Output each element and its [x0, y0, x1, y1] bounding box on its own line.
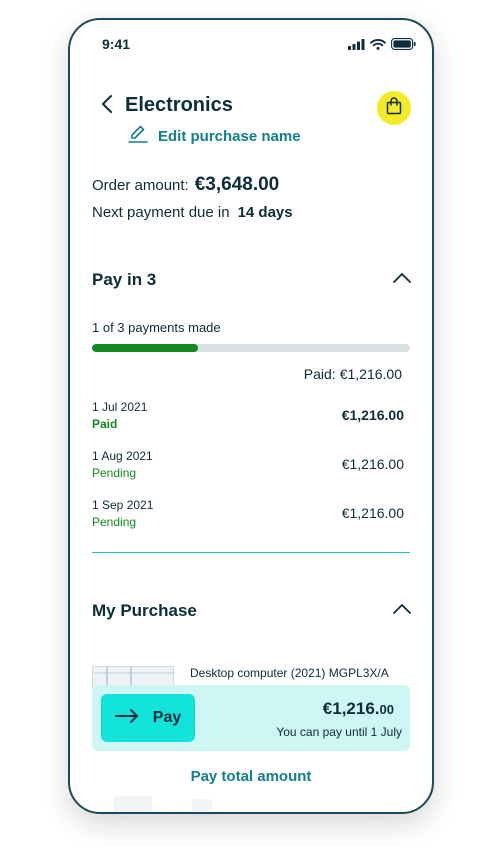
pay-card: Pay €1,216.00 You can pay until 1 July [92, 685, 410, 751]
pay-in-3-header[interactable]: Pay in 3 [92, 270, 412, 290]
chevron-up-icon [392, 602, 412, 620]
payment-amount: €1,216.00 [341, 456, 404, 472]
due-amount: €1,216.00 [323, 699, 394, 719]
next-payment-days: 14 days [237, 204, 293, 221]
faded-element [192, 799, 212, 811]
purchase-item-name: Desktop computer (2021) MGPL3X/A [190, 666, 389, 680]
payment-progress-fill [92, 344, 198, 352]
back-arrow-icon [101, 94, 113, 119]
wifi-icon [370, 37, 386, 55]
payment-status: Pending [92, 515, 137, 529]
faded-element [114, 796, 152, 812]
shopping-bag-icon [386, 96, 402, 120]
payment-status: Pending [92, 466, 137, 480]
arrow-right-icon [114, 708, 139, 728]
my-purchase-header[interactable]: My Purchase [92, 601, 412, 621]
next-payment-label: Next payment due in [92, 204, 230, 221]
payment-progress-bar [92, 344, 410, 352]
payment-row: 1 Aug 2021 Pending €1,216.00 [92, 449, 404, 489]
paid-summary: Paid: €1,216.00 [304, 366, 402, 382]
order-amount-value: €3,648.00 [194, 174, 280, 195]
my-purchase-title: My Purchase [92, 601, 197, 620]
status-bar: 9:41 [70, 20, 432, 70]
pay-total-amount-link[interactable]: Pay total amount [70, 768, 432, 785]
page-title: Electronics [125, 94, 233, 116]
pay-button[interactable]: Pay [101, 694, 195, 742]
payment-row: 1 Sep 2021 Pending €1,216.00 [92, 498, 404, 538]
due-amount-main: €1,216. [322, 699, 380, 718]
progress-label: 1 of 3 payments made [92, 320, 221, 335]
chevron-up-icon [392, 271, 412, 289]
pay-button-label: Pay [152, 709, 182, 726]
paid-summary-label: Paid: [303, 366, 336, 382]
payment-row: 1 Jul 2021 Paid €1,216.00 [92, 400, 404, 440]
signal-icon [348, 37, 365, 55]
shopping-bag-button[interactable] [377, 91, 411, 125]
pay-in-3-title: Pay in 3 [92, 270, 157, 289]
back-button[interactable] [96, 94, 118, 118]
status-time: 9:41 [102, 36, 131, 52]
payment-date: 1 Sep 2021 [92, 498, 154, 512]
pencil-icon [128, 124, 148, 149]
edit-purchase-name-link[interactable]: Edit purchase name [128, 124, 301, 149]
paid-summary-value: €1,216.00 [339, 366, 402, 382]
section-divider [92, 552, 410, 553]
battery-icon [391, 37, 416, 55]
due-note: You can pay until 1 July [276, 725, 402, 739]
order-amount-label: Order amount: [92, 177, 189, 194]
payment-amount: €1,216.00 [341, 407, 404, 423]
status-icons [348, 37, 416, 55]
payment-status: Paid [92, 417, 118, 431]
due-amount-cents: 00 [379, 702, 394, 717]
header: Electronics [70, 90, 432, 125]
phone-frame: 9:41 Electronics Edit purchase name Orde… [68, 18, 434, 814]
order-amount: Order amount: €3,648.00 [92, 174, 279, 196]
payment-amount: €1,216.00 [341, 505, 404, 521]
edit-purchase-name-label: Edit purchase name [158, 128, 301, 145]
payment-date: 1 Jul 2021 [92, 400, 148, 414]
payment-date: 1 Aug 2021 [92, 449, 153, 463]
next-payment: Next payment due in 14 days [92, 204, 293, 221]
